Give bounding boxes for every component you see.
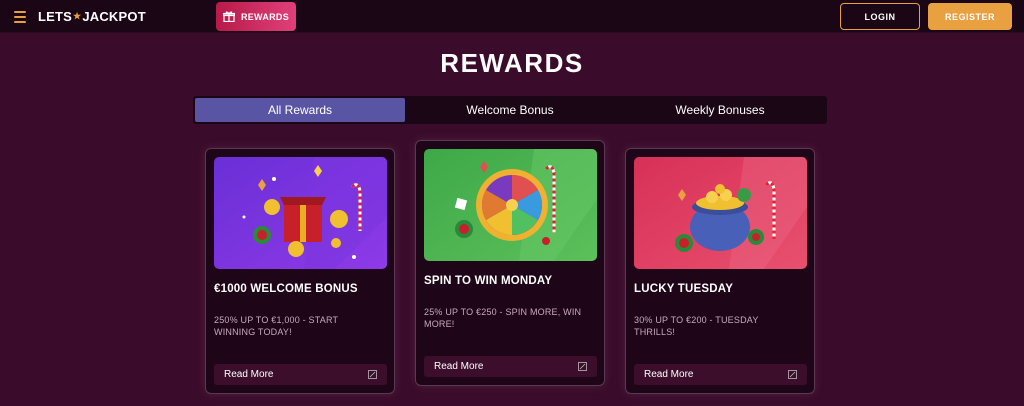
read-more-button[interactable]: Read More	[634, 364, 807, 385]
card-description-line: THRILLS!	[634, 327, 676, 337]
tab-all-rewards[interactable]: All Rewards	[195, 98, 405, 122]
card-description: 250% UP TO €1,000 - START WINNING TODAY!	[214, 314, 338, 338]
pot-of-gold-illustration	[634, 157, 807, 269]
external-link-icon	[578, 362, 587, 371]
top-nav-bar: LETS ★ JACKPOT REWARDS LOGIN REGISTER	[0, 0, 1024, 33]
tab-weekly-bonuses[interactable]: Weekly Bonuses	[615, 98, 825, 122]
read-more-button[interactable]: Read More	[214, 364, 387, 385]
reward-card-welcome-bonus[interactable]: €1000 WELCOME BONUS 250% UP TO €1,000 - …	[205, 148, 395, 394]
rewards-tab-bar: All Rewards Welcome Bonus Weekly Bonuses	[193, 96, 827, 124]
tab-welcome-bonus[interactable]: Welcome Bonus	[405, 98, 615, 122]
read-more-label: Read More	[224, 369, 274, 380]
external-link-icon	[788, 370, 797, 379]
card-title: LUCKY TUESDAY	[634, 283, 734, 295]
card-description-line: 30% UP TO €200 - TUESDAY	[634, 315, 759, 325]
prize-wheel-illustration	[424, 149, 597, 261]
card-description-line: 250% UP TO €1,000 - START	[214, 315, 339, 325]
card-title: €1000 WELCOME BONUS	[214, 283, 358, 295]
register-button[interactable]: REGISTER	[928, 3, 1012, 30]
card-description-line: WINNING TODAY!	[214, 327, 292, 337]
page-title: REWARDS	[440, 48, 584, 78]
card-description-line: MORE!	[424, 319, 455, 329]
reward-card-spin-to-win[interactable]: SPIN TO WIN MONDAY 25% UP TO €250 - SPIN…	[415, 140, 605, 386]
hamburger-menu-icon[interactable]	[9, 6, 31, 28]
read-more-label: Read More	[434, 361, 484, 372]
read-more-label: Read More	[644, 369, 694, 380]
card-description: 30% UP TO €200 - TUESDAY THRILLS!	[634, 314, 759, 338]
login-button[interactable]: LOGIN	[840, 3, 920, 30]
external-link-icon	[368, 370, 377, 379]
card-description-line: 25% UP TO €250 - SPIN MORE, WIN	[424, 307, 582, 317]
rewards-button-label: REWARDS	[240, 11, 290, 22]
card-description: 25% UP TO €250 - SPIN MORE, WIN MORE!	[424, 306, 581, 330]
logo-text-lets: LETS	[38, 8, 73, 24]
rewards-button[interactable]: REWARDS	[216, 2, 296, 31]
gift-icon	[222, 11, 235, 22]
read-more-button[interactable]: Read More	[424, 356, 597, 377]
logo-star-icon: ★	[73, 10, 82, 21]
site-logo[interactable]: LETS ★ JACKPOT	[38, 8, 146, 24]
reward-card-lucky-tuesday[interactable]: LUCKY TUESDAY 30% UP TO €200 - TUESDAY T…	[625, 148, 815, 394]
card-title: SPIN TO WIN MONDAY	[424, 275, 553, 287]
gift-box-illustration	[214, 157, 387, 269]
logo-text-jackpot: JACKPOT	[82, 8, 146, 24]
